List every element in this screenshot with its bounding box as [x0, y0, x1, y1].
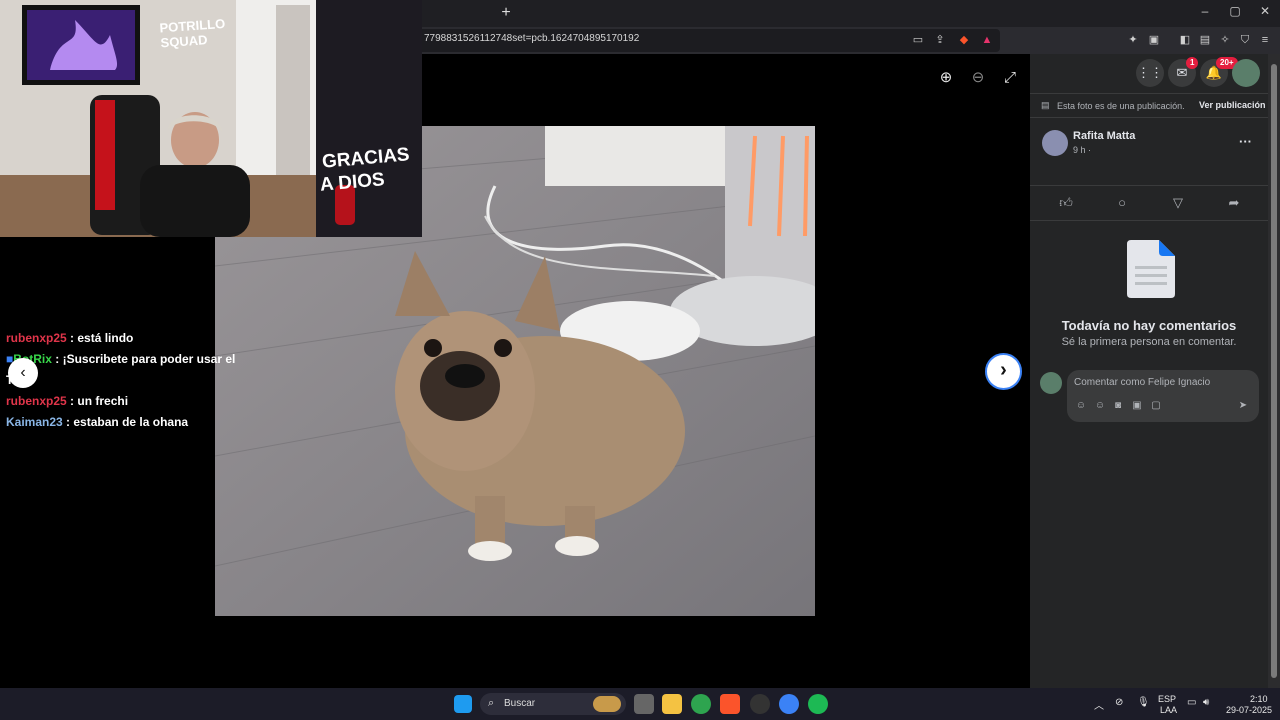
- send-icon[interactable]: ▽: [1170, 195, 1186, 211]
- task-view-icon[interactable]: [634, 694, 654, 714]
- menu-icon[interactable]: ≡: [1258, 33, 1272, 47]
- file-explorer-icon[interactable]: [662, 694, 682, 714]
- scrollbar-thumb[interactable]: [1271, 64, 1277, 678]
- commenter-avatar: [1040, 372, 1062, 394]
- maximize-button[interactable]: ▢: [1220, 4, 1250, 18]
- fullscreen-icon[interactable]: ⤢: [1000, 68, 1020, 88]
- comment-icon[interactable]: ○: [1114, 195, 1130, 211]
- account-avatar[interactable]: [1232, 59, 1260, 87]
- zoom-in-icon[interactable]: ⊕: [936, 68, 956, 88]
- vpn-icon[interactable]: ⛉: [1238, 33, 1252, 47]
- chat-message: rubenxp25 : un frechi: [6, 394, 129, 408]
- extensions-icon[interactable]: ✦: [1126, 33, 1140, 47]
- volume-icon[interactable]: 🔊︎: [1203, 697, 1209, 708]
- chat-message: ■BotRix : ¡Suscribete para poder usar el: [6, 352, 236, 366]
- gif-icon[interactable]: ▣: [1131, 400, 1143, 412]
- publication-icon: ▤: [1041, 100, 1050, 110]
- post-time[interactable]: 9 h ·: [1073, 145, 1091, 155]
- view-publication-link[interactable]: Ver publicación: [1199, 100, 1266, 110]
- avatar-sticker-icon[interactable]: ☺: [1075, 400, 1087, 412]
- sticker-icon[interactable]: ▢: [1150, 400, 1162, 412]
- like-icon[interactable]: 👍︎: [1058, 195, 1074, 211]
- clock-date[interactable]: 29-07-2025: [1226, 705, 1272, 715]
- search-highlight-icon: [593, 696, 621, 712]
- sidebar-icon[interactable]: ◧: [1178, 33, 1192, 47]
- wallet-icon[interactable]: ▣: [1147, 33, 1161, 47]
- spotify-icon[interactable]: [808, 694, 828, 714]
- divider: [1030, 93, 1268, 94]
- screen: + – ▢ ✕ 7798831526112748set=pcb.16247048…: [0, 0, 1280, 720]
- chrome-active-icon[interactable]: [779, 694, 799, 714]
- comment-placeholder[interactable]: Comentar como Felipe Ignacio: [1074, 377, 1210, 388]
- document-icon: [1127, 240, 1175, 298]
- next-photo-button[interactable]: ›: [985, 353, 1022, 390]
- empty-comments-subtitle: Sé la primera persona en comentar.: [1061, 336, 1237, 348]
- apps-menu-icon[interactable]: ⋮⋮: [1136, 59, 1164, 87]
- display-icon[interactable]: ▭: [1187, 697, 1196, 708]
- potrillo-squad-logo: POTRILLO SQUAD: [159, 15, 226, 51]
- leo-ai-icon[interactable]: ✧: [1218, 33, 1232, 47]
- chat-message: rubenxp25 : está lindo: [6, 331, 134, 345]
- emoji-icon[interactable]: ☺: [1094, 400, 1106, 412]
- divider: [1030, 117, 1268, 118]
- webcam-overlay: POTRILLO SQUAD GRACIAS A DIOS: [0, 0, 422, 237]
- share-icon[interactable]: ➦: [1226, 195, 1242, 211]
- windows-start-icon[interactable]: [454, 695, 472, 713]
- brave-icon[interactable]: [720, 694, 740, 714]
- language-top[interactable]: ESP: [1158, 694, 1176, 704]
- more-options-button[interactable]: ···: [1239, 134, 1252, 149]
- chat-message: Kaiman23 : estaban de la ohana: [6, 415, 189, 429]
- share-icon[interactable]: ⇪: [933, 33, 947, 47]
- zoom-out-icon[interactable]: ⊖: [968, 68, 988, 88]
- publication-note: Esta foto es de una publicación.: [1057, 101, 1185, 111]
- author-name[interactable]: Rafita Matta: [1073, 130, 1135, 142]
- search-label[interactable]: Buscar: [504, 698, 535, 709]
- wallet-button-icon[interactable]: ▤: [1198, 33, 1212, 47]
- close-window-button[interactable]: ✕: [1250, 4, 1280, 18]
- new-tab-button[interactable]: +: [497, 4, 515, 22]
- minimize-button[interactable]: –: [1190, 4, 1220, 18]
- divider: [1030, 185, 1268, 186]
- divider: [1030, 220, 1268, 221]
- chrome-icon[interactable]: [691, 694, 711, 714]
- network-icon[interactable]: ⊘: [1115, 697, 1123, 708]
- brave-shield-icon[interactable]: ◆: [957, 33, 971, 47]
- camera-icon[interactable]: ◙: [1112, 400, 1124, 412]
- url-text[interactable]: 7798831526112748set=pcb.1624704895170192: [424, 33, 639, 44]
- author-avatar[interactable]: [1042, 130, 1068, 156]
- clock-time[interactable]: 2:10: [1250, 694, 1268, 704]
- language-bottom[interactable]: LAA: [1160, 705, 1177, 715]
- cast-icon[interactable]: ▭: [911, 33, 925, 47]
- obs-icon[interactable]: [750, 694, 770, 714]
- empty-comments-title: Todavía no hay comentarios: [1061, 318, 1237, 333]
- chat-message-continued: TTS!: [6, 370, 266, 391]
- send-comment-icon[interactable]: ➤: [1237, 400, 1249, 412]
- search-icon: ⌕: [488, 697, 495, 709]
- prev-photo-button[interactable]: ‹: [8, 358, 38, 388]
- microphone-icon[interactable]: 🎙︎: [1137, 697, 1150, 708]
- tray-overflow-icon[interactable]: ︿: [1094, 697, 1104, 712]
- brave-rewards-icon[interactable]: ▲: [980, 33, 994, 47]
- stream-chat: rubenxp25 : está lindo ■BotRix : ¡Suscri…: [6, 328, 266, 433]
